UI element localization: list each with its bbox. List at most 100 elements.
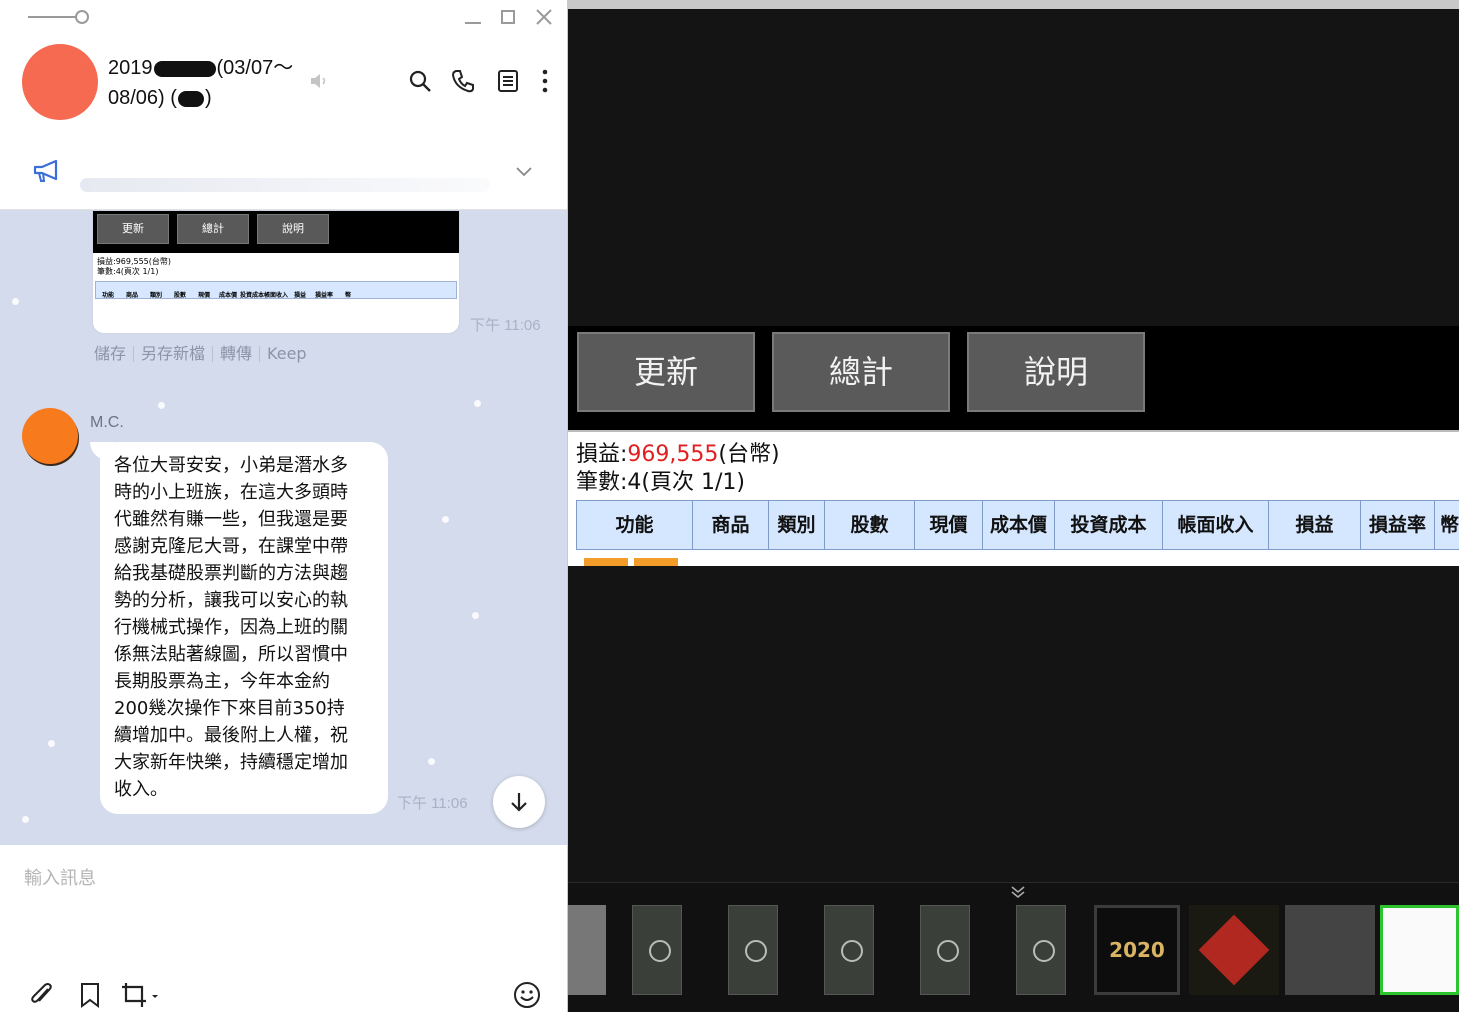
- title-bar: [0, 0, 567, 36]
- profit-summary: 損益:969,555(台幣): [576, 442, 780, 468]
- total-button: 總計: [772, 332, 950, 412]
- image-toolbar: 更新 總計 說明: [93, 211, 459, 253]
- column-header: 投資成本: [1055, 501, 1163, 549]
- redaction-mark: [153, 60, 216, 77]
- image-summary-line: 筆數:4(頁次 1/1): [97, 267, 159, 276]
- image-button: 總計: [177, 214, 249, 244]
- image-button: 說明: [257, 214, 329, 244]
- snow-decoration: [158, 402, 165, 409]
- image-col-header: 類別: [149, 292, 162, 299]
- chevron-down-icon[interactable]: [514, 164, 534, 178]
- image-viewer: 更新 總計 說明 損益:969,555(台幣) 筆數:4(頁次 1/1) 功能 …: [568, 0, 1459, 1012]
- table-header: 功能 商品 類別 股數 現價 成本價 投資成本 帳面收入 損益 損益率 幣: [576, 500, 1459, 550]
- chat-title-part: ): [204, 87, 212, 109]
- arrow-down-icon: [511, 793, 527, 812]
- message-time: 下午 11:06: [470, 317, 541, 334]
- image-actions: 儲存 另存新檔 轉傳 Keep: [94, 344, 314, 363]
- image-col-header: 損益: [293, 292, 306, 299]
- attachment-icon[interactable]: [28, 981, 56, 1009]
- sender-avatar[interactable]: [22, 408, 78, 464]
- thumbnail[interactable]: 2020: [1094, 905, 1180, 995]
- forward-link[interactable]: 轉傳: [212, 346, 259, 362]
- image-col-header: 股數: [173, 292, 186, 299]
- emoji-icon[interactable]: [513, 981, 541, 1009]
- notes-icon[interactable]: [495, 68, 521, 94]
- thumbnail[interactable]: [1189, 905, 1279, 995]
- scroll-to-bottom-button[interactable]: [493, 776, 545, 828]
- image-button: 更新: [97, 214, 169, 244]
- message-composer: [0, 845, 567, 1012]
- thumbnail-strip: 2020: [568, 882, 1459, 1012]
- thumbnail[interactable]: [728, 905, 778, 995]
- snow-decoration: [22, 816, 29, 823]
- profit-label: 損益:: [576, 442, 628, 467]
- image-col-header: 投資成本: [240, 292, 265, 299]
- pin-icon[interactable]: [28, 9, 92, 25]
- column-header: 類別: [769, 501, 825, 549]
- thumbnail-text: 2020: [1109, 938, 1165, 962]
- thumbnail[interactable]: [1285, 905, 1375, 995]
- viewer-top-edge: [568, 0, 1459, 9]
- thumbnail[interactable]: [632, 905, 682, 995]
- thumbnail[interactable]: [568, 905, 606, 995]
- keep-link[interactable]: Keep: [259, 346, 314, 362]
- update-button: 更新: [577, 332, 755, 412]
- column-header: 成本價: [983, 501, 1055, 549]
- close-icon[interactable]: [533, 6, 555, 28]
- save-as-link[interactable]: 另存新檔: [133, 346, 212, 362]
- image-col-header: 帳面收入: [264, 292, 289, 299]
- row-action-button: [634, 558, 678, 566]
- redaction-mark: [177, 90, 204, 107]
- sender-name[interactable]: M.C.: [90, 414, 124, 432]
- save-link[interactable]: 儲存: [94, 346, 133, 362]
- image-col-header: 成本價: [218, 292, 237, 299]
- column-header: 現價: [915, 501, 983, 549]
- message-time: 下午 11:06: [397, 795, 468, 812]
- announcement-text-blurred: [80, 178, 490, 192]
- image-summary-line: 損益:969,555(台幣): [97, 257, 172, 266]
- record-count: 筆數:4(頁次 1/1): [576, 470, 745, 495]
- portfolio-panel: 損益:969,555(台幣) 筆數:4(頁次 1/1) 功能 商品 類別 股數 …: [568, 430, 1459, 566]
- image-col-header: 功能: [101, 292, 114, 299]
- image-message[interactable]: 更新 總計 說明 損益:969,555(台幣) 筆數:4(頁次 1/1) 功能 商…: [92, 210, 460, 334]
- bookmark-icon[interactable]: [76, 981, 104, 1009]
- group-avatar[interactable]: [22, 44, 98, 120]
- minimize-icon[interactable]: [462, 6, 484, 28]
- crop-icon[interactable]: [120, 981, 160, 1009]
- snow-decoration: [472, 612, 479, 619]
- message-input[interactable]: [24, 863, 544, 893]
- phone-icon[interactable]: [450, 68, 476, 94]
- thumbnail[interactable]: [1016, 905, 1066, 995]
- snow-decoration: [48, 740, 55, 747]
- double-chevron-down-icon[interactable]: [1010, 885, 1026, 899]
- snow-decoration: [474, 400, 481, 407]
- image-col-header: 現價: [197, 292, 210, 299]
- image-table-header: 功能 商品 類別 股數 現價 成本價 投資成本帳面收入 損益 損益率 幣: [95, 281, 457, 299]
- thumbnail-selected[interactable]: [1380, 905, 1459, 995]
- column-header: 幣: [1435, 501, 1459, 549]
- more-icon[interactable]: [536, 68, 554, 94]
- text-message-bubble[interactable]: 各位大哥安安，小弟是潛水多 時的小上班族，在這大多頭時 代雖然有賺一些，但我還是…: [100, 442, 388, 814]
- column-header: 股數: [825, 501, 915, 549]
- announcement-bar[interactable]: [0, 134, 567, 210]
- profit-currency: (台幣): [718, 442, 780, 467]
- chat-title-part: 2019: [108, 57, 153, 79]
- column-header: 損益: [1269, 501, 1361, 549]
- profit-value: 969,555: [627, 442, 719, 467]
- image-col-header: 幣: [344, 292, 351, 299]
- thumbnail[interactable]: [920, 905, 970, 995]
- message-list[interactable]: 更新 總計 說明 損益:969,555(台幣) 筆數:4(頁次 1/1) 功能 商…: [0, 210, 567, 845]
- column-header: 功能: [577, 501, 693, 549]
- chat-title[interactable]: 2019 (03/07～ 08/06) (): [108, 53, 308, 113]
- column-header: 損益率: [1361, 501, 1435, 549]
- thumbnail[interactable]: [824, 905, 874, 995]
- viewed-image[interactable]: 更新 總計 說明 損益:969,555(台幣) 筆數:4(頁次 1/1) 功能 …: [568, 326, 1459, 566]
- image-col-header: 損益率: [314, 292, 333, 299]
- row-action-button: [584, 558, 628, 566]
- mute-icon: [311, 74, 326, 88]
- column-header: 商品: [693, 501, 769, 549]
- snow-decoration: [442, 516, 449, 523]
- maximize-icon[interactable]: [497, 6, 519, 28]
- search-icon[interactable]: [407, 68, 433, 94]
- snow-decoration: [12, 298, 19, 305]
